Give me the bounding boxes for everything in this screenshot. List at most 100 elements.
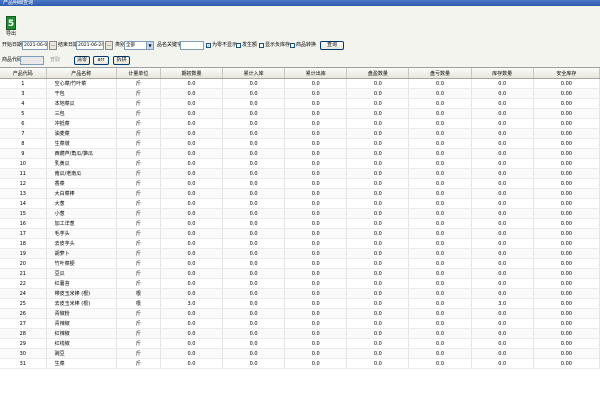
table-cell: 0.0 bbox=[471, 158, 534, 169]
table-row[interactable]: 29 红线椒斤 0.0 0.0 0.0 0.0 0.0 0.0 0.00 bbox=[0, 338, 600, 349]
table-cell: 0.0 bbox=[222, 188, 286, 199]
table-cell: 0.0 bbox=[471, 168, 534, 179]
table-cell: 0.0 bbox=[346, 78, 410, 89]
table-cell: 豆瓜 bbox=[46, 268, 117, 279]
table-row[interactable]: 22 红薯苔斤 0.0 0.0 0.0 0.0 0.0 0.0 0.00 bbox=[0, 278, 600, 289]
table-row[interactable]: 12 香菜斤 0.0 0.0 0.0 0.0 0.0 0.0 0.00 bbox=[0, 178, 600, 189]
export-button[interactable]: 5 导出 bbox=[4, 16, 18, 38]
table-row[interactable]: 27 青辣椒斤 0.0 0.0 0.0 0.0 0.0 0.0 0.00 bbox=[0, 318, 600, 329]
table-cell: 0.0 bbox=[346, 138, 410, 149]
start-date-field[interactable]: 2021-06-01 bbox=[22, 41, 48, 50]
split-button[interactable]: 拆拼 bbox=[113, 56, 130, 65]
table-row[interactable]: 30 豌豆斤 0.0 0.0 0.0 0.0 0.0 0.0 0.00 bbox=[0, 348, 600, 359]
table-cell: 0.00 bbox=[533, 238, 600, 249]
column-header[interactable]: 安全库存 bbox=[533, 68, 600, 79]
table-row[interactable]: 24 带皮玉米棒 (根) 根 0.0 0.0 0.0 0.0 0.0 0.0 0.00 bbox=[0, 288, 600, 299]
column-header[interactable]: 累计入库 bbox=[222, 68, 286, 79]
table-cell: 20 bbox=[0, 258, 47, 269]
table-row[interactable]: 21 豆瓜斤 0.0 0.0 0.0 0.0 0.0 0.0 0.00 bbox=[0, 268, 600, 279]
column-header[interactable]: 盘盈数量 bbox=[346, 68, 410, 79]
clear-button[interactable]: 清零 bbox=[74, 56, 90, 65]
table-cell: 斤 bbox=[116, 208, 161, 219]
table-cell: 斤 bbox=[116, 338, 161, 349]
table-cell: 0.0 bbox=[346, 148, 410, 159]
column-header[interactable]: 产品代码 bbox=[0, 68, 47, 79]
table-cell: 0.0 bbox=[408, 248, 472, 259]
negative-stock-checkbox[interactable] bbox=[259, 43, 264, 48]
table-cell: 0.0 bbox=[408, 268, 472, 279]
table-cell: 0.0 bbox=[284, 358, 348, 369]
table-row[interactable]: 3 干包斤 0.0 0.0 0.0 0.0 0.0 0.0 0.00 bbox=[0, 88, 600, 99]
table-row[interactable]: 1 空心菜/竹叶菜斤 0.0 0.0 0.0 0.0 0.0 0.0 0.00 bbox=[0, 78, 600, 89]
table-cell: 0.00 bbox=[533, 308, 600, 319]
table-row[interactable]: 7 油麦菜斤 0.0 0.0 0.0 0.0 0.0 0.0 0.00 bbox=[0, 128, 600, 139]
table-row[interactable]: 19 胡萝卜斤 0.0 0.0 0.0 0.0 0.0 0.0 0.00 bbox=[0, 248, 600, 259]
table-cell: 0.0 bbox=[284, 218, 348, 229]
product-change-checkbox[interactable] bbox=[290, 43, 295, 48]
table-cell: 0.0 bbox=[284, 268, 348, 279]
table-row[interactable]: 31 生菜斤 0.0 0.0 0.0 0.0 0.0 0.0 0.00 bbox=[0, 358, 600, 369]
occurrence-checkbox[interactable] bbox=[236, 43, 241, 48]
table-cell: 0.0 bbox=[346, 238, 410, 249]
table-row[interactable]: 5 三包斤 0.0 0.0 0.0 0.0 0.0 0.0 0.00 bbox=[0, 108, 600, 119]
table-row[interactable]: 16 加工洋葱斤 0.0 0.0 0.0 0.0 0.0 0.0 0.00 bbox=[0, 218, 600, 229]
arr-button[interactable]: arr bbox=[93, 56, 109, 65]
product-grid[interactable]: 产品代码 产品名称 计量单位 期初数量 累计入库 累计出库 盘盈数量 盘亏数量 库存数量 安全库存… bbox=[0, 67, 600, 401]
end-date-field[interactable]: 2021-06-24 bbox=[76, 41, 104, 50]
table-row[interactable]: 25 去皮玉米棒 (根) 根 3.0 0.0 0.0 0.0 0.0 3.0 0.00 bbox=[0, 298, 600, 309]
table-cell: 0.0 bbox=[160, 178, 224, 189]
table-row[interactable]: 9 西葫芦/角瓜/笋瓜斤 0.0 0.0 0.0 0.0 0.0 0.0 0.00 bbox=[0, 148, 600, 159]
table-row[interactable]: 15 小葱斤 0.0 0.0 0.0 0.0 0.0 0.0 0.00 bbox=[0, 208, 600, 219]
table-cell: 0.0 bbox=[408, 168, 472, 179]
table-cell: 19 bbox=[0, 248, 47, 259]
column-header[interactable]: 期初数量 bbox=[160, 68, 224, 79]
product-code-field[interactable] bbox=[20, 56, 44, 65]
fetch-button[interactable]: 查取 bbox=[50, 55, 60, 65]
column-header[interactable]: 计量单位 bbox=[116, 68, 161, 79]
table-row[interactable]: 17 毛芋头斤 0.0 0.0 0.0 0.0 0.0 0.0 0.00 bbox=[0, 228, 600, 239]
keyword-input[interactable] bbox=[180, 41, 204, 50]
table-cell: 斤 bbox=[116, 348, 161, 359]
product-change-label: 商品转换 bbox=[296, 42, 317, 48]
start-date-picker-button[interactable]: ... bbox=[49, 41, 57, 50]
table-cell: 0.0 bbox=[408, 208, 472, 219]
table-cell: 12 bbox=[0, 178, 47, 189]
table-row[interactable]: 18 去皮芋头斤 0.0 0.0 0.0 0.0 0.0 0.0 0.00 bbox=[0, 238, 600, 249]
table-cell: 0.0 bbox=[346, 168, 410, 179]
column-header[interactable]: 产品名称 bbox=[46, 68, 117, 79]
table-row[interactable]: 4 本地菜瓜斤 0.0 0.0 0.0 0.0 0.0 0.0 0.00 bbox=[0, 98, 600, 109]
table-row[interactable]: 11 南瓜/老南瓜斤 0.0 0.0 0.0 0.0 0.0 0.0 0.00 bbox=[0, 168, 600, 179]
table-cell: 0.0 bbox=[408, 78, 472, 89]
table-cell: 13 bbox=[0, 188, 47, 199]
end-date-picker-button[interactable]: ... bbox=[105, 41, 113, 50]
query-button[interactable]: 查询 bbox=[320, 41, 344, 50]
column-header[interactable]: 盘亏数量 bbox=[408, 68, 472, 79]
table-cell: 0.0 bbox=[346, 298, 410, 309]
chevron-down-icon[interactable]: ▼ bbox=[146, 42, 153, 49]
keyword-label: 品名关键字 bbox=[157, 42, 183, 48]
table-row[interactable]: 20 竹叶菜梗斤 0.0 0.0 0.0 0.0 0.0 0.0 0.00 bbox=[0, 258, 600, 269]
table-row[interactable]: 13 大白菜棒斤 0.0 0.0 0.0 0.0 0.0 0.0 0.00 bbox=[0, 188, 600, 199]
table-cell: 0.0 bbox=[222, 338, 286, 349]
table-row[interactable]: 8 生菜墩斤 0.0 0.0 0.0 0.0 0.0 0.0 0.00 bbox=[0, 138, 600, 149]
table-cell: 0.0 bbox=[346, 348, 410, 359]
table-cell: 大葱 bbox=[46, 198, 117, 209]
table-row[interactable]: 10 乳黄瓜斤 0.0 0.0 0.0 0.0 0.0 0.0 0.00 bbox=[0, 158, 600, 169]
zero-hide-checkbox[interactable]: ✓ bbox=[206, 43, 211, 48]
table-cell: 生菜墩 bbox=[46, 138, 117, 149]
table-cell: 0.0 bbox=[284, 328, 348, 339]
table-cell: 0.0 bbox=[346, 188, 410, 199]
table-cell: 0.0 bbox=[408, 98, 472, 109]
table-row[interactable]: 28 红辣椒斤 0.0 0.0 0.0 0.0 0.0 0.0 0.00 bbox=[0, 328, 600, 339]
table-cell: 0.00 bbox=[533, 78, 600, 89]
table-row[interactable]: 26 青椒粉斤 0.0 0.0 0.0 0.0 0.0 0.0 0.00 bbox=[0, 308, 600, 319]
column-header[interactable]: 累计出库 bbox=[284, 68, 348, 79]
table-row[interactable]: 6 冲抵菜斤 0.0 0.0 0.0 0.0 0.0 0.0 0.00 bbox=[0, 118, 600, 129]
table-row[interactable]: 14 大葱斤 0.0 0.0 0.0 0.0 0.0 0.0 0.00 bbox=[0, 198, 600, 209]
table-cell: 0.0 bbox=[471, 78, 534, 89]
table-cell: 加工洋葱 bbox=[46, 218, 117, 229]
table-cell: 0.0 bbox=[471, 238, 534, 249]
column-header[interactable]: 库存数量 bbox=[471, 68, 534, 79]
category-select[interactable]: 全部 ▼ bbox=[124, 41, 154, 50]
table-cell: 4 bbox=[0, 98, 47, 109]
